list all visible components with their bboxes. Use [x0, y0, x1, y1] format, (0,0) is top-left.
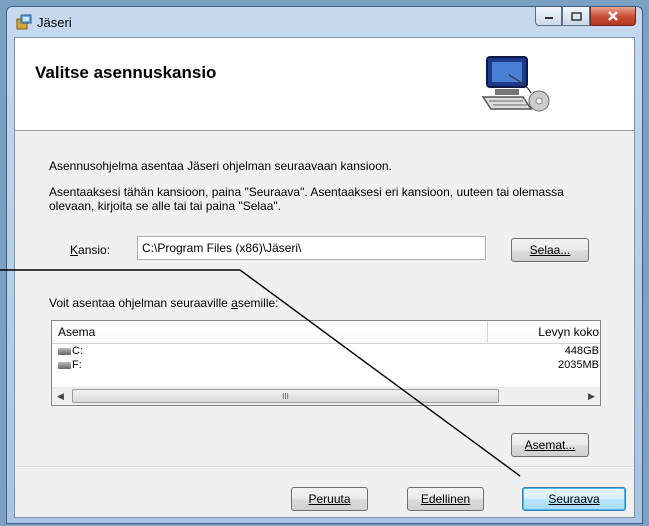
column-header-size[interactable]: Levyn koko: [489, 325, 599, 339]
maximize-button[interactable]: [562, 7, 590, 26]
instructions-text: Asentaaksesi tähän kansioon, paina "Seur…: [49, 185, 564, 213]
table-row[interactable]: C: 448GB: [52, 345, 600, 359]
cancel-button[interactable]: Peruuta: [291, 487, 368, 511]
back-button-label: Edellinen: [420, 492, 471, 506]
window-title: Jäseri: [37, 15, 72, 30]
cancel-button-label: Peruuta: [308, 492, 351, 506]
scroll-thumb[interactable]: III: [72, 389, 499, 403]
installer-window: Jäseri Valitse asennuskansio Asennusohje…: [6, 6, 643, 524]
minimize-button[interactable]: [535, 7, 562, 26]
drives-caption-accel: a: [231, 296, 238, 310]
close-button[interactable]: [590, 7, 636, 26]
header-banner: Valitse asennuskansio: [15, 38, 634, 131]
next-button-label: Seuraava: [548, 492, 600, 506]
folder-path-input[interactable]: [137, 236, 486, 260]
scroll-right-icon[interactable]: ▶: [583, 388, 600, 405]
folder-label-rest: ansio:: [78, 243, 111, 257]
drive-size: 448GB: [564, 345, 599, 357]
drives-caption-post: semille:: [237, 296, 279, 310]
maximize-icon: [570, 11, 582, 21]
intro-text: Asennusohjelma asentaa Jäseri ohjelman s…: [49, 159, 392, 173]
drive-name: F:: [72, 359, 82, 371]
drives-button[interactable]: Asemat...: [511, 433, 589, 457]
drives-caption-pre: Voit asentaa ohjelman seuraaville: [49, 296, 232, 310]
next-button[interactable]: Seuraava: [522, 487, 626, 511]
page-title: Valitse asennuskansio: [35, 63, 217, 82]
drive-list[interactable]: Asema Levyn koko C: 448GB F: 2035MB ◀ II…: [51, 320, 601, 406]
folder-label: Kansio:: [70, 243, 110, 257]
drive-size: 2035MB: [558, 359, 599, 371]
table-row[interactable]: F: 2035MB: [52, 359, 600, 373]
drives-caption: Voit asentaa ohjelman seuraaville asemil…: [49, 296, 279, 310]
column-separator[interactable]: [487, 321, 488, 343]
installer-icon: [16, 14, 32, 30]
footer-divider: [15, 466, 634, 468]
back-button[interactable]: Edellinen: [407, 487, 484, 511]
drive-icon: [58, 348, 71, 355]
browse-button-label: Selaa...: [529, 243, 571, 257]
minimize-icon: [544, 17, 553, 19]
drives-button-label: Asemat...: [524, 438, 576, 452]
folder-label-accel: K: [70, 243, 79, 257]
title-bar[interactable]: Jäseri: [7, 7, 642, 37]
horizontal-scrollbar[interactable]: ◀ III ▶: [52, 387, 600, 405]
scroll-left-icon[interactable]: ◀: [52, 388, 69, 405]
computer-cd-icon: [481, 56, 550, 112]
browse-button[interactable]: Selaa...: [511, 238, 589, 262]
dialog-client-area: Valitse asennuskansio Asennusohjelma ase…: [14, 37, 635, 518]
drive-list-header: Asema Levyn koko: [52, 321, 600, 344]
window-controls: [535, 7, 636, 27]
column-header-drive[interactable]: Asema: [58, 325, 95, 339]
drive-name: C:: [72, 345, 83, 357]
close-icon: [608, 11, 618, 21]
drive-icon: [58, 362, 71, 369]
